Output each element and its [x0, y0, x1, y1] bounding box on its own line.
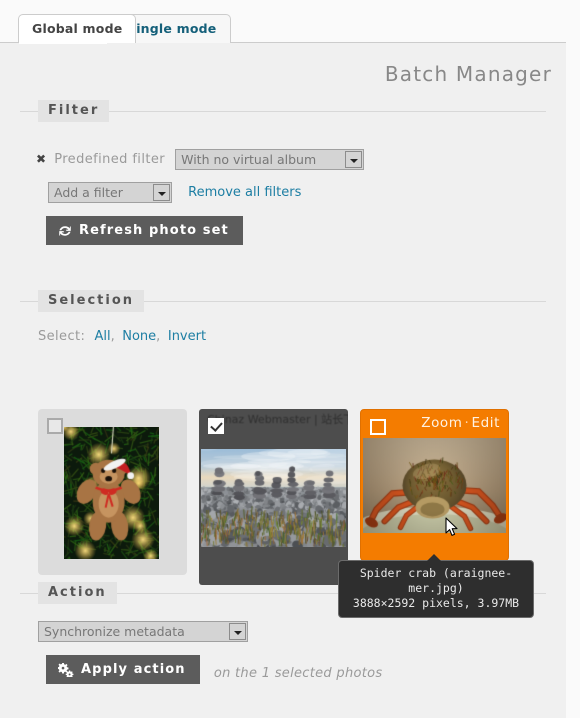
thumbnail-item-stone-cairns-beach[interactable]: Chinaz Webmaster | 站长下载 — [199, 409, 348, 585]
page-title: Batch Manager — [384, 62, 552, 87]
predefined-filter-value: With no virtual album — [181, 152, 317, 167]
select-invert-link[interactable]: Invert — [168, 329, 206, 344]
tab-bar: Global mode Single mode — [0, 0, 566, 44]
thumbnail-image — [201, 449, 346, 547]
thumbnail-checkbox[interactable] — [47, 418, 63, 434]
tooltip-arrow — [427, 554, 441, 561]
apply-action-note: on the 1 selected photos — [213, 665, 383, 681]
chevron-down-icon — [345, 151, 363, 168]
predefined-filter-label: Predefined filter — [54, 152, 165, 167]
select-sep-1: , — [110, 329, 116, 344]
select-all-link[interactable]: All — [94, 329, 110, 344]
tab-global-mode-label: Global mode — [32, 21, 123, 36]
apply-action-button[interactable]: Apply action — [46, 655, 200, 684]
select-label: Select: — [38, 329, 86, 344]
filter-legend: Filter — [38, 100, 110, 122]
remove-all-filters-link[interactable]: Remove all filters — [188, 185, 301, 200]
content-area: Batch Manager Filter ✖ Predefined filter… — [0, 43, 566, 718]
thumbnail-checkbox[interactable] — [208, 418, 224, 434]
thumbnail-actions: Zoom · Edit — [421, 415, 500, 431]
tab-single-mode-label: Single mode — [127, 21, 217, 36]
select-none-link[interactable]: None — [122, 329, 156, 344]
tooltip-dimensions: 3888×2592 pixels, 3.97MB — [352, 596, 520, 610]
predefined-filter-row: ✖ Predefined filter With no virtual albu… — [36, 149, 365, 170]
thumbnail-watermark-text: Chinaz Webmaster | 站长下载 — [207, 413, 348, 426]
thumbnail-tooltip: Spider crab (araignee-mer.jpg) 3888×2592… — [338, 554, 534, 618]
remove-predefined-filter-icon[interactable]: ✖ — [36, 152, 46, 166]
chevron-down-icon — [229, 623, 246, 640]
cogs-icon — [58, 662, 74, 677]
refresh-photo-set-row: Refresh photo set — [46, 216, 243, 245]
tooltip-filename: Spider crab (araignee-mer.jpg) — [359, 566, 513, 595]
select-links-row: Select: All, None, Invert — [38, 329, 206, 344]
add-filter-row: Add a filter Remove all filters — [48, 182, 301, 203]
action-select-row: Synchronize metadata — [38, 621, 248, 642]
apply-action-row: Apply action on the 1 selected photos — [46, 655, 382, 684]
action-legend: Action — [38, 582, 117, 604]
tab-active-mask — [19, 41, 107, 44]
thumbnail-grid: Chinaz Webmaster | 站长下载 Zoom·Edit — [38, 409, 538, 585]
action-select-value: Synchronize metadata — [44, 624, 185, 639]
zoom-link[interactable]: Zoom — [421, 415, 462, 431]
add-filter-select[interactable]: Add a filter — [48, 182, 172, 203]
predefined-filter-select[interactable]: With no virtual album — [175, 149, 365, 170]
thumbnail-image — [363, 438, 506, 533]
action-select[interactable]: Synchronize metadata — [38, 621, 248, 642]
apply-action-label: Apply action — [81, 662, 186, 677]
refresh-photo-set-label: Refresh photo set — [79, 223, 229, 238]
thumbnail-checkbox[interactable] — [370, 419, 386, 435]
refresh-icon — [58, 224, 72, 238]
thumbnail-item-teddy-bear-ornament[interactable] — [38, 409, 187, 575]
selection-legend: Selection — [38, 290, 145, 312]
select-sep-2: , — [156, 329, 161, 344]
filter-fieldset: Filter ✖ Predefined filter With no virtu… — [20, 100, 546, 281]
edit-link[interactable]: Edit — [471, 415, 500, 431]
chevron-down-icon — [153, 184, 170, 201]
batch-manager-page: Global mode Single mode Batch Manager Fi… — [0, 0, 566, 718]
thumbnail-image — [64, 427, 159, 559]
refresh-photo-set-button[interactable]: Refresh photo set — [46, 216, 243, 245]
add-filter-value: Add a filter — [54, 185, 123, 200]
thumbnail-item-spider-crab[interactable]: Zoom · Edit — [360, 409, 509, 561]
tab-global-mode[interactable]: Global mode — [18, 14, 137, 43]
